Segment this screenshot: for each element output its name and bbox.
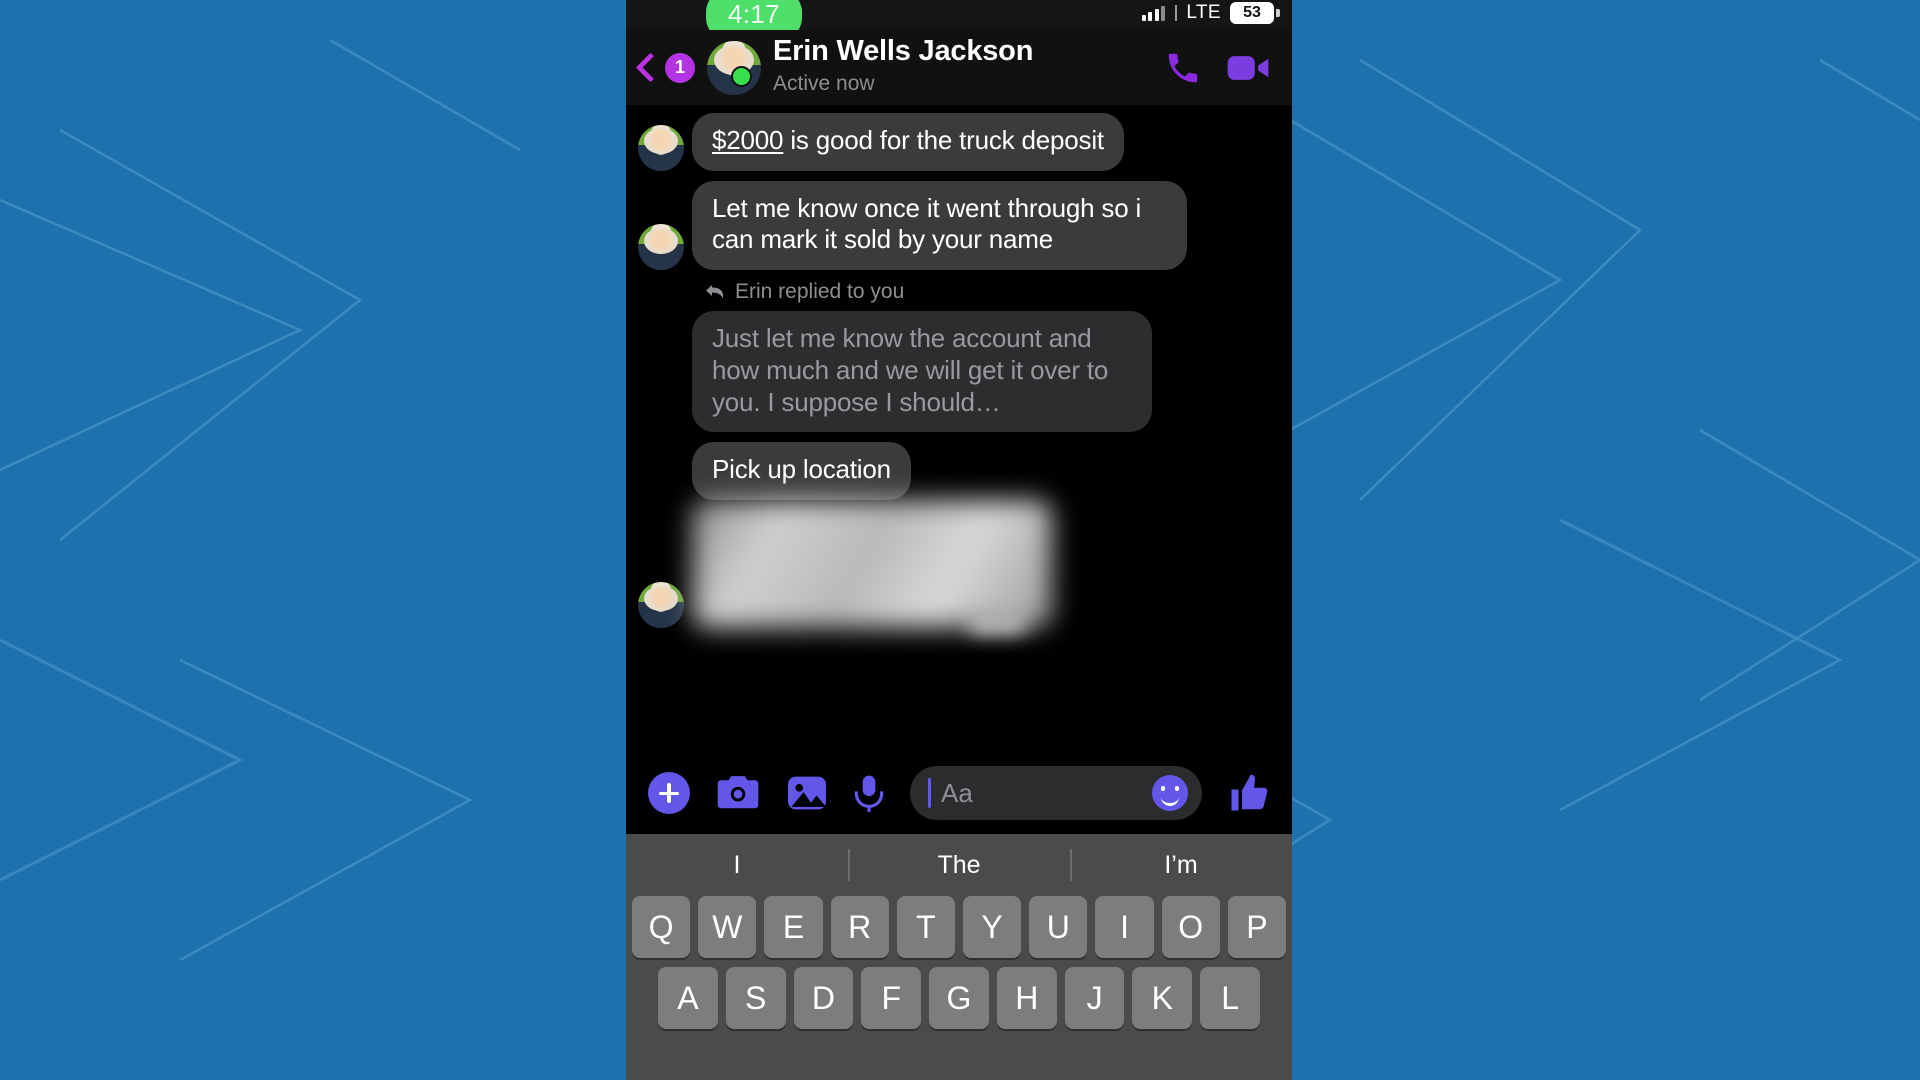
signal-bars-icon bbox=[1141, 5, 1166, 21]
keyboard-row-2: A S D F G H J K L bbox=[626, 967, 1292, 1029]
suggestion-2[interactable]: I’m bbox=[1070, 851, 1292, 880]
key-j[interactable]: J bbox=[1064, 967, 1125, 1029]
screenshot-stage: 4:17 LTE 53 1 Erin Wells Jackson Active … bbox=[0, 0, 1920, 1080]
avatar-body bbox=[641, 612, 681, 629]
avatar-body bbox=[641, 254, 681, 271]
key-o[interactable]: O bbox=[1161, 896, 1220, 958]
unread-badge: 1 bbox=[665, 52, 695, 83]
message-bubble[interactable]: $2000 is good for the truck deposit bbox=[692, 113, 1124, 171]
message-row-attachment bbox=[626, 500, 1292, 629]
text-caret bbox=[928, 778, 931, 808]
online-status-dot bbox=[731, 65, 752, 87]
quoted-message-bubble[interactable]: Just let me know the account and how muc… bbox=[692, 311, 1152, 433]
chevron-left-icon bbox=[635, 52, 666, 83]
suggestion-0[interactable]: I bbox=[626, 851, 848, 880]
key-a[interactable]: A bbox=[657, 967, 718, 1029]
message-input[interactable]: Aa bbox=[910, 766, 1202, 820]
message-list: $2000 is good for the truck deposit Let … bbox=[626, 105, 1292, 629]
attachment-wrapper[interactable] bbox=[692, 500, 1052, 629]
status-bar: 4:17 LTE 53 bbox=[626, 0, 1292, 40]
key-t[interactable]: T bbox=[896, 896, 955, 958]
amount-link[interactable]: $2000 bbox=[712, 125, 784, 155]
on-screen-keyboard: I The I’m Q W E R T Y U I O P A S D F G … bbox=[626, 834, 1292, 1080]
reply-context-label: Erin replied to you bbox=[704, 280, 1292, 304]
key-w[interactable]: W bbox=[698, 896, 757, 958]
reply-arrow-icon bbox=[706, 285, 724, 299]
key-q[interactable]: Q bbox=[631, 896, 691, 958]
key-e[interactable]: E bbox=[764, 896, 823, 958]
emoji-smiley-icon[interactable] bbox=[1152, 775, 1188, 811]
message-bubble[interactable]: Pick up location bbox=[692, 442, 911, 501]
thumbs-up-icon[interactable] bbox=[1228, 772, 1270, 814]
avatar-face bbox=[643, 128, 678, 155]
contact-status: Active now bbox=[773, 72, 875, 96]
avatar bbox=[638, 582, 684, 629]
key-s[interactable]: S bbox=[725, 967, 786, 1029]
phone-call-icon[interactable] bbox=[1164, 49, 1202, 87]
key-y[interactable]: Y bbox=[963, 896, 1022, 958]
camera-icon[interactable] bbox=[716, 774, 760, 812]
avatar-body bbox=[641, 155, 681, 171]
contact-name: Erin Wells Jackson bbox=[773, 35, 1034, 68]
reply-label-text: Erin replied to you bbox=[735, 280, 905, 304]
suggestion-bar: I The I’m bbox=[626, 834, 1292, 896]
avatar-face bbox=[643, 227, 678, 254]
message-avatar-slot bbox=[638, 124, 684, 171]
message-row: Let me know once it went through so i ca… bbox=[626, 180, 1292, 271]
avatar bbox=[638, 124, 684, 171]
message-avatar-slot bbox=[638, 582, 684, 629]
key-k[interactable]: K bbox=[1132, 967, 1193, 1029]
video-camera-icon[interactable] bbox=[1226, 49, 1270, 87]
contact-info[interactable]: Erin Wells Jackson Active now bbox=[773, 35, 1164, 98]
chat-header: 1 Erin Wells Jackson Active now bbox=[626, 30, 1292, 105]
back-button[interactable]: 1 bbox=[635, 52, 695, 83]
key-g[interactable]: G bbox=[929, 967, 989, 1029]
phone-screen: 4:17 LTE 53 1 Erin Wells Jackson Active … bbox=[626, 0, 1292, 1080]
network-label: LTE bbox=[1186, 2, 1221, 23]
key-d[interactable]: D bbox=[793, 967, 854, 1029]
suggestion-1[interactable]: The bbox=[848, 851, 1070, 880]
battery-icon: 53 bbox=[1230, 2, 1280, 24]
message-composer: Aa bbox=[626, 752, 1292, 834]
battery-level: 53 bbox=[1243, 4, 1261, 21]
key-r[interactable]: R bbox=[830, 896, 889, 958]
message-text: is good for the truck deposit bbox=[783, 125, 1104, 155]
key-p[interactable]: P bbox=[1227, 896, 1287, 958]
message-bubble[interactable]: Let me know once it went through so i ca… bbox=[692, 180, 1187, 271]
blurred-photo-attachment[interactable] bbox=[692, 500, 1052, 629]
signal-divider bbox=[1175, 5, 1178, 21]
avatar-face bbox=[643, 585, 678, 612]
status-indicators: LTE 53 bbox=[1141, 2, 1280, 24]
key-l[interactable]: L bbox=[1200, 967, 1261, 1029]
plus-circle-icon[interactable] bbox=[648, 772, 690, 814]
avatar bbox=[638, 224, 684, 271]
keyboard-row-1: Q W E R T Y U I O P bbox=[626, 896, 1292, 958]
message-input-placeholder: Aa bbox=[941, 777, 973, 808]
key-f[interactable]: F bbox=[861, 967, 922, 1029]
avatar[interactable] bbox=[707, 40, 761, 95]
message-avatar-slot bbox=[638, 224, 684, 271]
header-actions bbox=[1164, 49, 1278, 87]
key-u[interactable]: U bbox=[1029, 896, 1088, 958]
photo-gallery-icon[interactable] bbox=[786, 774, 828, 812]
key-i[interactable]: I bbox=[1095, 896, 1154, 958]
microphone-icon[interactable] bbox=[854, 774, 884, 812]
message-row: Pick up location bbox=[626, 442, 1292, 501]
message-row: $2000 is good for the truck deposit bbox=[626, 113, 1292, 171]
key-h[interactable]: H bbox=[996, 967, 1057, 1029]
message-row: Just let me know the account and how muc… bbox=[626, 311, 1292, 433]
